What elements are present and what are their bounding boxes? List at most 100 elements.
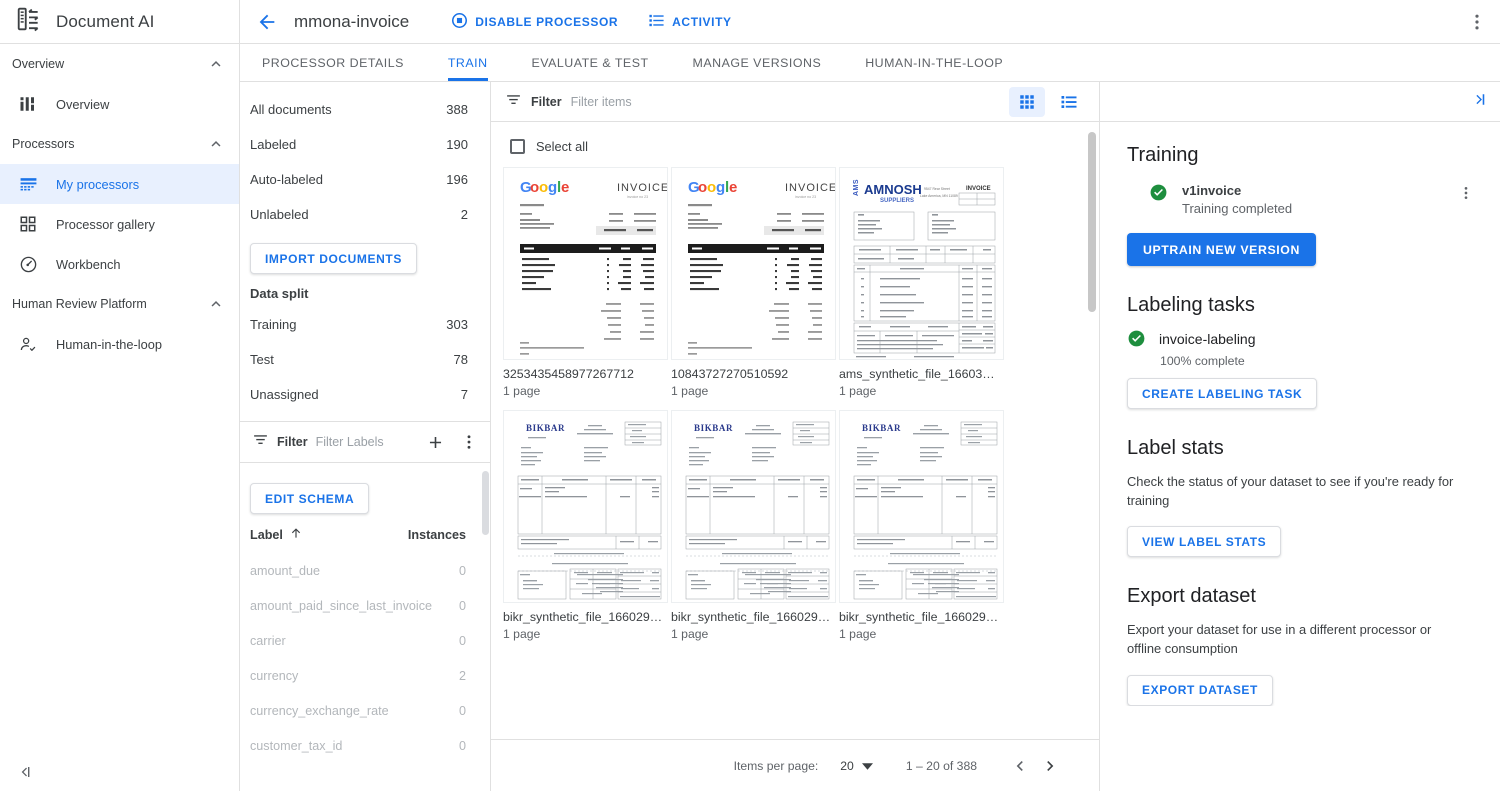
tab-processor-details[interactable]: PROCESSOR DETAILS <box>240 44 426 81</box>
panel-expand-icon[interactable] <box>1468 89 1489 115</box>
stat-auto-labeled-value: 196 <box>446 172 468 187</box>
document-thumbnail: BIKBAR <box>503 410 668 603</box>
tab-train[interactable]: TRAIN <box>426 44 510 81</box>
sidebar-item-overview-label: Overview <box>56 96 110 112</box>
arrow-drop-down-icon <box>861 759 873 773</box>
label-instances: 0 <box>458 738 466 753</box>
document-card[interactable]: BIKBAR <box>839 410 1004 641</box>
disable-processor-button[interactable]: DISABLE PROCESSOR <box>451 12 618 32</box>
nav-section-human-review[interactable]: Human Review Platform <box>0 284 239 324</box>
label-row[interactable]: currency_exchange_rate 0 <box>240 693 490 728</box>
collapse-nav-icon[interactable] <box>12 759 38 785</box>
stat-unlabeled[interactable]: Unlabeled 2 <box>240 197 490 232</box>
svg-text:INVOICE: INVOICE <box>785 182 835 194</box>
chevron-left-icon[interactable] <box>1005 751 1035 781</box>
data-split-title: Data split <box>250 286 309 301</box>
right-panel-header <box>1100 82 1500 122</box>
person-check-icon <box>18 334 38 354</box>
activity-button[interactable]: ACTIVITY <box>648 12 731 32</box>
label-name: amount_paid_since_last_invoice <box>250 598 433 613</box>
tab-human-in-the-loop[interactable]: HUMAN-IN-THE-LOOP <box>843 44 1025 81</box>
training-version-row: v1invoice Training completed <box>1127 183 1468 216</box>
more-vert-icon[interactable] <box>1464 9 1490 35</box>
arrow-up-icon[interactable] <box>289 526 303 543</box>
label-row[interactable]: customer_tax_id 0 <box>240 728 490 763</box>
export-dataset-section: Export dataset Export your dataset for u… <box>1127 585 1464 706</box>
list-view-icon[interactable] <box>1051 87 1087 117</box>
processor-tabs: PROCESSOR DETAILS TRAIN EVALUATE & TEST … <box>240 44 1500 82</box>
documents-filter-input[interactable]: Filter items <box>571 95 1000 109</box>
items-per-page-label: Items per page: <box>733 758 819 773</box>
label-instances: 0 <box>458 563 466 578</box>
document-name: ams_synthetic_file_1660305… <box>839 367 999 381</box>
page-size-select[interactable]: 20 <box>840 759 873 773</box>
document-card[interactable]: G o o g l e INVOICE invoice no 23 <box>503 167 668 398</box>
label-instances: 2 <box>458 668 466 683</box>
split-test[interactable]: Test 78 <box>240 342 490 377</box>
grid-view-icon[interactable] <box>1009 86 1045 117</box>
import-documents-button[interactable]: IMPORT DOCUMENTS <box>250 243 417 274</box>
sidebar-item-workbench-label: Workbench <box>56 256 121 272</box>
stat-auto-labeled[interactable]: Auto-labeled 196 <box>240 162 490 197</box>
nav-section-overview[interactable]: Overview <box>0 44 239 84</box>
document-name: bikr_synthetic_file_1660294… <box>839 610 999 624</box>
sidebar-item-overview[interactable]: Overview <box>0 84 239 124</box>
chevron-right-icon[interactable] <box>1035 751 1065 781</box>
document-name: bikr_synthetic_file_1660293… <box>503 610 663 624</box>
stat-all-documents-value: 388 <box>446 102 468 117</box>
create-labeling-task-button[interactable]: CREATE LABELING TASK <box>1127 378 1318 409</box>
training-section-title: Training <box>1127 144 1199 166</box>
tab-evaluate-and-test-label: EVALUATE & TEST <box>531 55 649 70</box>
sidebar-item-human-in-the-loop-label: Human-in-the-loop <box>56 336 162 352</box>
uptrain-new-version-button[interactable]: UPTRAIN NEW VERSION <box>1127 233 1316 266</box>
stat-all-documents[interactable]: All documents 388 <box>240 92 490 127</box>
labels-list: EDIT SCHEMA Label Instances amount_due 0… <box>240 463 490 791</box>
svg-text:o: o <box>698 179 707 196</box>
documents-grid: G o o g l e INVOICE invoice no 23 325343… <box>491 154 1099 641</box>
train-body: All documents 388 Labeled 190 Auto-label… <box>240 82 1500 791</box>
document-card[interactable]: AMS AMNOSH SUPPLIERS 9547 Rear Street La… <box>839 167 1004 398</box>
label-column-header: Label <box>250 527 283 542</box>
stat-auto-labeled-label: Auto-labeled <box>250 172 323 187</box>
label-row[interactable]: amount_due 0 <box>240 553 490 588</box>
tab-evaluate-and-test[interactable]: EVALUATE & TEST <box>510 44 671 81</box>
label-filter-input[interactable]: Filter Labels <box>316 435 414 449</box>
svg-text:o: o <box>707 179 716 196</box>
label-row[interactable]: carrier 0 <box>240 623 490 658</box>
nav-section-processors[interactable]: Processors <box>0 124 239 164</box>
document-ai-logo-icon <box>16 6 42 37</box>
documents-scrollbar[interactable] <box>1088 132 1096 312</box>
svg-text:g: g <box>716 179 725 196</box>
svg-text:o: o <box>539 179 548 196</box>
document-card[interactable]: G o o g l e INVOICE invoice no 23 <box>671 167 836 398</box>
document-name: bikr_synthetic_file_1660293… <box>671 610 831 624</box>
split-unassigned[interactable]: Unassigned 7 <box>240 377 490 412</box>
tab-manage-versions[interactable]: MANAGE VERSIONS <box>671 44 844 81</box>
select-all-checkbox[interactable] <box>510 139 525 154</box>
chevron-up-icon <box>207 295 225 313</box>
add-icon[interactable] <box>422 429 448 455</box>
label-row[interactable]: currency 2 <box>240 658 490 693</box>
stat-labeled[interactable]: Labeled 190 <box>240 127 490 162</box>
brand-header: Document AI <box>0 0 239 44</box>
more-vert-icon[interactable] <box>1458 185 1474 206</box>
sidebar-item-workbench[interactable]: Workbench <box>0 244 239 284</box>
export-dataset-button[interactable]: EXPORT DATASET <box>1127 674 1273 706</box>
more-vert-icon[interactable] <box>456 429 482 455</box>
arrow-back-icon[interactable] <box>250 5 284 39</box>
label-row[interactable]: amount_paid_since_last_invoice 0 <box>240 588 490 623</box>
view-label-stats-button[interactable]: VIEW LABEL STATS <box>1127 526 1282 558</box>
edit-schema-button[interactable]: EDIT SCHEMA <box>250 483 370 514</box>
stat-unlabeled-value: 2 <box>460 207 468 222</box>
labels-scrollbar[interactable] <box>482 471 489 535</box>
select-all-row[interactable]: Select all <box>491 122 1099 154</box>
sidebar-item-human-in-the-loop[interactable]: Human-in-the-loop <box>0 324 239 364</box>
sidebar-item-my-processors[interactable]: My processors <box>0 164 239 204</box>
split-training[interactable]: Training 303 <box>240 307 490 342</box>
document-card[interactable]: BIKBAR <box>671 410 836 641</box>
page-range-label: 1 – 20 of 388 <box>905 758 977 773</box>
tab-train-label: TRAIN <box>447 55 488 70</box>
document-card[interactable]: BIKBAR <box>503 410 668 641</box>
document-pages: 1 page <box>839 627 877 641</box>
sidebar-item-processor-gallery[interactable]: Processor gallery <box>0 204 239 244</box>
